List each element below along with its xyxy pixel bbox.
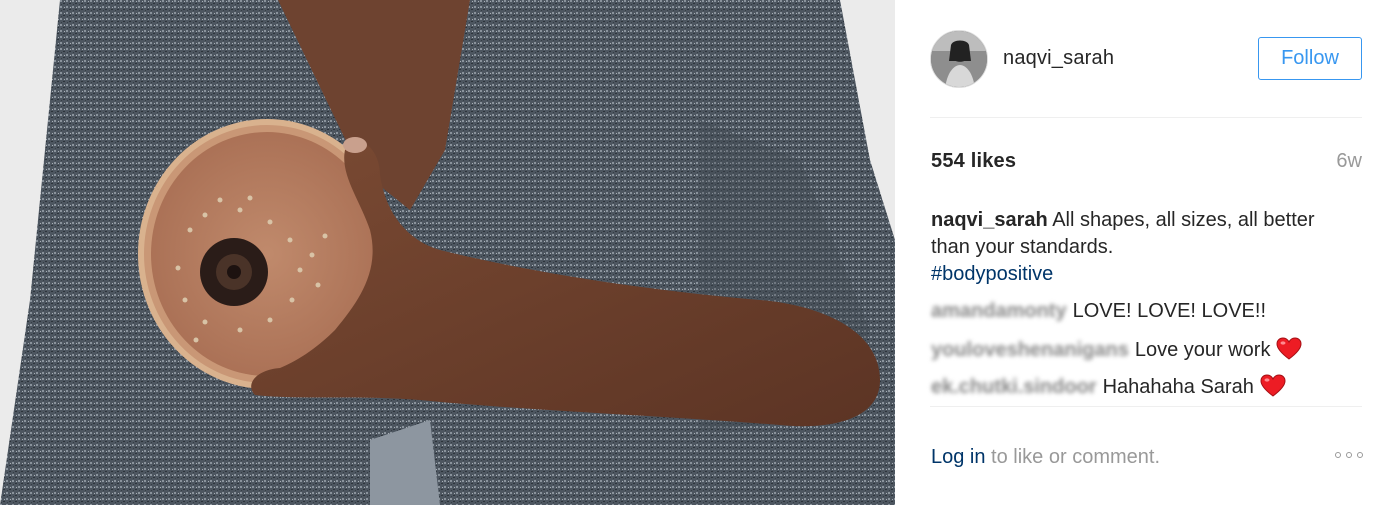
post-photo[interactable] [0, 0, 895, 505]
divider [930, 406, 1362, 407]
red-heart-icon [1260, 374, 1286, 403]
dot [1335, 452, 1341, 458]
post-panel: naqvi_sarah Follow 554 likes 6w naqvi_sa… [895, 0, 1377, 505]
hashtag-link[interactable]: #bodypositive [931, 261, 1331, 288]
post-username[interactable]: naqvi_sarah [1003, 47, 1114, 70]
avatar[interactable] [930, 30, 988, 88]
comment-text: Love your work [1134, 339, 1271, 361]
more-options-icon[interactable] [1335, 452, 1363, 458]
comment-text: Hahahaha Sarah [1102, 376, 1254, 398]
follow-button[interactable]: Follow [1258, 37, 1362, 80]
login-link[interactable]: Log in [931, 446, 986, 468]
comment-username[interactable]: ek.chutki.sindoor [931, 376, 1097, 399]
login-prompt: Log in to like or comment. [931, 446, 1160, 469]
divider [930, 117, 1362, 118]
likes-count[interactable]: 554 likes [931, 150, 1016, 173]
dot [1357, 452, 1363, 458]
comment-username[interactable]: youloveshenanigans [931, 339, 1129, 362]
comment-item: ek.chutki.sindoor Hahahaha Sarah [931, 374, 1286, 403]
comment-item: youloveshenanigans Love your work [931, 337, 1302, 366]
post-caption: naqvi_sarah All shapes, all sizes, all b… [931, 207, 1331, 288]
login-prompt-text: to like or comment. [985, 446, 1161, 468]
comment-username[interactable]: amandamonty [931, 300, 1067, 323]
comment-text: LOVE! LOVE! LOVE!! [1072, 300, 1267, 322]
post-header: naqvi_sarah Follow [930, 30, 1362, 90]
red-heart-icon [1276, 337, 1302, 366]
dot [1346, 452, 1352, 458]
comment-item: amandamonty LOVE! LOVE! LOVE!! [931, 300, 1266, 323]
caption-username[interactable]: naqvi_sarah [931, 209, 1048, 231]
post-time[interactable]: 6w [1336, 150, 1362, 173]
